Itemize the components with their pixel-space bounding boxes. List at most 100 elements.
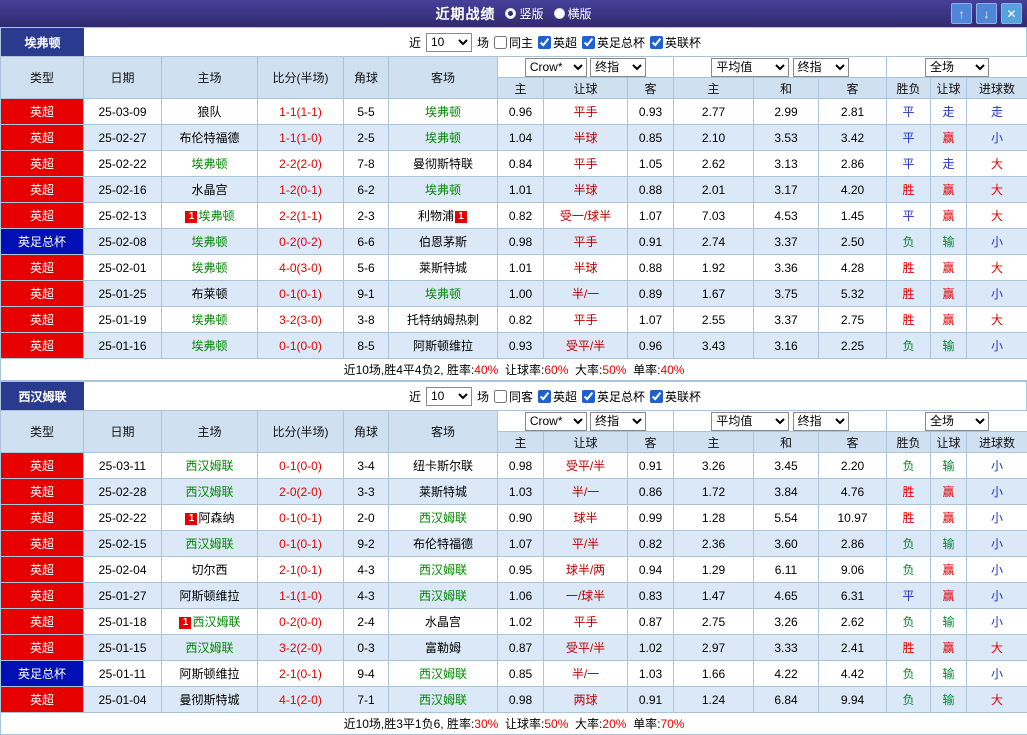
result-handicap-value: 输 bbox=[931, 333, 967, 359]
home-team-cell: 1阿森纳 bbox=[162, 505, 258, 531]
avg-home-value: 1.92 bbox=[674, 255, 754, 281]
handicap-value: 平手 bbox=[544, 609, 628, 635]
same-venue-option[interactable]: 同客 bbox=[494, 388, 533, 405]
score-cell: 2-1(0-1) bbox=[258, 661, 344, 687]
odds-company-select[interactable]: Crow* bbox=[525, 412, 587, 431]
match-row: 英超25-01-15西汉姆联3-2(2-0)0-3富勒姆0.87受平/半1.02… bbox=[1, 635, 1027, 661]
league-filter-label: 英足总杯 bbox=[597, 388, 645, 405]
match-count-select[interactable]: 10 bbox=[426, 387, 472, 406]
away-team-cell: 埃弗顿 bbox=[389, 177, 498, 203]
title-bar: 近期战绩 竖版 横版 ↑ ↓ ✕ bbox=[0, 0, 1027, 27]
column-header: 客场 bbox=[389, 57, 498, 99]
same-venue-checkbox[interactable] bbox=[494, 390, 507, 403]
avg-home-value: 2.97 bbox=[674, 635, 754, 661]
avg-away-value: 9.06 bbox=[819, 557, 887, 583]
match-count-select[interactable]: 10 bbox=[426, 33, 472, 52]
same-venue-checkbox[interactable] bbox=[494, 36, 507, 49]
away-team-cell: 利物浦1 bbox=[389, 203, 498, 229]
league-filter-checkbox[interactable] bbox=[582, 36, 595, 49]
odds-home-value: 0.84 bbox=[498, 151, 544, 177]
league-filter-option[interactable]: 英足总杯 bbox=[582, 388, 645, 405]
column-header: 日期 bbox=[84, 411, 162, 453]
odds-company-select[interactable]: Crow* bbox=[525, 58, 587, 77]
league-badge: 英超 bbox=[1, 151, 84, 177]
corners-cell: 2-0 bbox=[344, 505, 389, 531]
view-option-vertical[interactable]: 竖版 bbox=[505, 5, 543, 22]
league-filter-option[interactable]: 英足总杯 bbox=[582, 34, 645, 51]
scroll-down-button[interactable]: ↓ bbox=[976, 3, 997, 24]
odds-stage-select[interactable]: 终指 bbox=[590, 58, 646, 77]
view-option-horizontal[interactable]: 横版 bbox=[554, 5, 592, 22]
match-date: 25-02-16 bbox=[84, 177, 162, 203]
column-header: 角球 bbox=[344, 57, 389, 99]
match-date: 25-03-11 bbox=[84, 453, 162, 479]
score-cell: 0-1(0-1) bbox=[258, 281, 344, 307]
corners-cell: 9-4 bbox=[344, 661, 389, 687]
same-venue-label: 同客 bbox=[509, 388, 533, 405]
league-badge: 英超 bbox=[1, 505, 84, 531]
subcolumn-header-result-handicap: 让球 bbox=[931, 78, 967, 99]
europe-stage-select[interactable]: 终指 bbox=[793, 58, 849, 77]
scope-select[interactable]: 全场 bbox=[925, 58, 989, 77]
league-badge: 英超 bbox=[1, 687, 84, 713]
league-filter-checkbox[interactable] bbox=[650, 390, 663, 403]
subcolumn-header-odds-home: 主 bbox=[498, 432, 544, 453]
result-goals-value: 大 bbox=[967, 687, 1027, 713]
league-filter-checkbox[interactable] bbox=[538, 36, 551, 49]
team-name: 托特纳姆热刺 bbox=[407, 313, 479, 327]
away-team-cell: 西汉姆联 bbox=[389, 583, 498, 609]
avg-home-value: 1.28 bbox=[674, 505, 754, 531]
horizontal-view-radio[interactable] bbox=[554, 8, 565, 19]
corners-cell: 8-5 bbox=[344, 333, 389, 359]
result-wdl-value: 负 bbox=[887, 687, 931, 713]
avg-draw-value: 3.53 bbox=[754, 125, 819, 151]
league-filter-option[interactable]: 英联杯 bbox=[650, 34, 701, 51]
summary-stat-value: 40% bbox=[660, 363, 684, 377]
avg-draw-value: 4.65 bbox=[754, 583, 819, 609]
europe-type-select[interactable]: 平均值 bbox=[711, 58, 789, 77]
avg-draw-value: 4.22 bbox=[754, 661, 819, 687]
europe-type-select[interactable]: 平均值 bbox=[711, 412, 789, 431]
team-name-header: 埃弗顿 bbox=[1, 28, 84, 56]
same-venue-label: 同主 bbox=[509, 34, 533, 51]
league-filter-option[interactable]: 英超 bbox=[538, 34, 577, 51]
close-button[interactable]: ✕ bbox=[1001, 3, 1022, 24]
match-date: 25-02-15 bbox=[84, 531, 162, 557]
away-team-cell: 富勒姆 bbox=[389, 635, 498, 661]
team-name: 狼队 bbox=[197, 105, 221, 119]
match-date: 25-02-13 bbox=[84, 203, 162, 229]
same-venue-option[interactable]: 同主 bbox=[494, 34, 533, 51]
europe-stage-select[interactable]: 终指 bbox=[793, 412, 849, 431]
away-team-cell: 西汉姆联 bbox=[389, 661, 498, 687]
odds-home-value: 1.06 bbox=[498, 583, 544, 609]
red-card-badge: 1 bbox=[185, 513, 197, 525]
odds-home-value: 0.98 bbox=[498, 687, 544, 713]
match-row: 英足总杯25-02-08埃弗顿0-2(0-2)6-6伯恩茅斯0.98平手0.91… bbox=[1, 229, 1027, 255]
result-goals-value: 小 bbox=[967, 333, 1027, 359]
league-filter-checkbox[interactable] bbox=[538, 390, 551, 403]
handicap-value: 半球 bbox=[544, 125, 628, 151]
league-filter-checkbox[interactable] bbox=[650, 36, 663, 49]
league-filter-option[interactable]: 英超 bbox=[538, 388, 577, 405]
league-filter-checkbox[interactable] bbox=[582, 390, 595, 403]
avg-away-value: 4.42 bbox=[819, 661, 887, 687]
odds-away-value: 0.85 bbox=[628, 125, 674, 151]
avg-away-value: 4.76 bbox=[819, 479, 887, 505]
team-name: 阿斯顿维拉 bbox=[413, 339, 473, 353]
column-header: 比分(半场) bbox=[258, 57, 344, 99]
subcolumn-header-result-goals: 进球数 bbox=[967, 432, 1027, 453]
odds-stage-select[interactable]: 终指 bbox=[590, 412, 646, 431]
odds-away-value: 0.96 bbox=[628, 333, 674, 359]
scroll-up-button[interactable]: ↑ bbox=[951, 3, 972, 24]
score-cell: 0-1(0-0) bbox=[258, 453, 344, 479]
avg-away-value: 2.50 bbox=[819, 229, 887, 255]
vertical-view-radio[interactable] bbox=[505, 8, 516, 19]
scope-select[interactable]: 全场 bbox=[925, 412, 989, 431]
odds-home-value: 1.03 bbox=[498, 479, 544, 505]
league-filter-option[interactable]: 英联杯 bbox=[650, 388, 701, 405]
avg-home-value: 2.74 bbox=[674, 229, 754, 255]
result-goals-value: 小 bbox=[967, 479, 1027, 505]
odds-home-value: 0.96 bbox=[498, 99, 544, 125]
home-team-cell: 曼彻斯特城 bbox=[162, 687, 258, 713]
away-team-cell: 托特纳姆热刺 bbox=[389, 307, 498, 333]
